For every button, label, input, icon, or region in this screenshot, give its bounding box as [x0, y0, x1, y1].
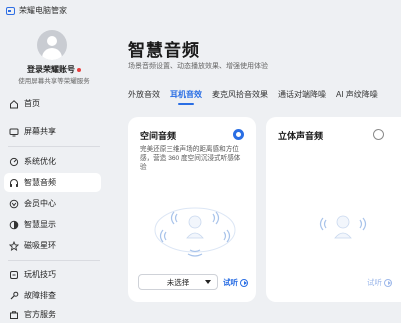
- screen-share-icon: [9, 127, 19, 137]
- sidebar-item-optimize[interactable]: 系统优化: [4, 152, 101, 171]
- sidebar-item-label: 官方服务: [24, 310, 56, 319]
- listen-button[interactable]: 试听: [223, 277, 248, 288]
- sidebar-item-service[interactable]: 官方服务: [4, 305, 101, 323]
- sidebar-item-tips[interactable]: 玩机技巧: [4, 265, 101, 284]
- login-label[interactable]: 登录荣耀账号: [27, 65, 75, 74]
- app-window: 荣耀电脑管家 登录荣耀账号 使用屏幕共享等荣耀服务 首页 屏幕共享 系统优化 智…: [0, 0, 401, 323]
- sidebar-item-smart-display[interactable]: 智慧显示: [4, 215, 101, 234]
- sidebar-item-home[interactable]: 首页: [4, 94, 101, 113]
- listen-label: 试听: [367, 278, 382, 287]
- display-icon: [9, 220, 19, 230]
- computer-manager-logo-icon: [6, 6, 15, 15]
- notification-dot-icon: [77, 67, 81, 72]
- sidebar-divider: [8, 146, 100, 147]
- app-title: 荣耀电脑管家: [19, 6, 67, 15]
- main-panel: 智慧音频 场景音频设置、动态播放效果、增强使用体验 外放音效 耳机音效 麦克风拾…: [108, 0, 401, 323]
- sidebar-item-label: 会员中心: [24, 199, 56, 208]
- page-subtitle: 场景音频设置、动态播放效果、增强使用体验: [128, 63, 268, 70]
- sidebar-item-label: 智慧显示: [24, 220, 56, 229]
- spatial-audio-card[interactable]: 空间音频 完美还原三维声场的距离感和方位感，营造 360 度空间沉浸式听感体验 …: [128, 117, 256, 302]
- card-title: 立体声音频: [278, 131, 324, 141]
- login-subtitle: 使用屏幕共享等荣耀服务: [18, 78, 90, 85]
- sidebar-item-troubleshoot[interactable]: 故障排查: [4, 286, 101, 305]
- login-link[interactable]: 登录荣耀账号: [0, 64, 108, 75]
- audio-tabs: 外放音效 耳机音效 麦克风拾音效果 通话对端降噪 AI 声纹降噪: [128, 89, 378, 105]
- tab-ai-voiceprint[interactable]: AI 声纹降噪: [336, 89, 378, 103]
- sidebar-item-member[interactable]: 会员中心: [4, 194, 101, 213]
- card-title: 空间音频: [140, 131, 177, 141]
- avatar[interactable]: [37, 30, 67, 60]
- play-icon: [384, 278, 392, 287]
- sidebar-item-magnetic-ring[interactable]: 磁吸星环: [4, 236, 101, 255]
- headphones-icon: [9, 178, 19, 188]
- spatial-audio-radio[interactable]: [233, 129, 244, 140]
- sidebar-item-label: 首页: [24, 99, 40, 108]
- play-icon: [240, 278, 248, 287]
- card-description: 完美还原三维声场的距离感和方位感，营造 360 度空间沉浸式听感体验: [140, 146, 241, 171]
- stereo-audio-radio[interactable]: [373, 129, 384, 140]
- tab-speaker-effects[interactable]: 外放音效: [128, 89, 160, 103]
- tab-call-noise-reduction[interactable]: 通话对端降噪: [278, 89, 326, 103]
- listen-label: 试听: [223, 278, 238, 287]
- page-title: 智慧音频: [128, 41, 200, 60]
- sidebar-item-label: 系统优化: [24, 157, 56, 166]
- app-title-bar: 荣耀电脑管家: [6, 5, 67, 16]
- sidebar-item-label: 智慧音频: [24, 178, 56, 187]
- member-icon: [9, 199, 19, 209]
- sidebar-item-label: 故障排查: [24, 291, 56, 300]
- optimize-icon: [9, 157, 19, 167]
- sidebar-item-label: 玩机技巧: [24, 270, 56, 279]
- sidebar-item-screen-share[interactable]: 屏幕共享: [4, 122, 101, 141]
- stereo-audio-card[interactable]: 立体声音频 试听: [266, 117, 401, 302]
- select-value: 未选择: [166, 277, 190, 287]
- sidebar-item-smart-audio[interactable]: 智慧音频: [4, 173, 101, 192]
- tab-mic-pickup[interactable]: 麦克风拾音效果: [212, 89, 268, 103]
- sidebar: 荣耀电脑管家 登录荣耀账号 使用屏幕共享等荣耀服务 首页 屏幕共享 系统优化 智…: [0, 0, 108, 323]
- chevron-down-icon: [205, 280, 211, 284]
- service-icon: [9, 310, 19, 320]
- troubleshoot-icon: [9, 291, 19, 301]
- tab-headphone-effects[interactable]: 耳机音效: [170, 89, 202, 105]
- sidebar-divider: [8, 260, 100, 261]
- tips-icon: [9, 270, 19, 280]
- magnetic-ring-icon: [9, 240, 19, 251]
- stereo-sound-illustration-icon: [319, 215, 367, 239]
- home-icon: [9, 99, 19, 109]
- listen-button[interactable]: 试听: [367, 277, 392, 288]
- spatial-audio-select[interactable]: 未选择: [138, 274, 218, 290]
- spatial-sound-illustration-icon: [154, 207, 236, 257]
- sidebar-item-label: 屏幕共享: [24, 127, 56, 136]
- sidebar-item-label: 磁吸星环: [24, 241, 56, 250]
